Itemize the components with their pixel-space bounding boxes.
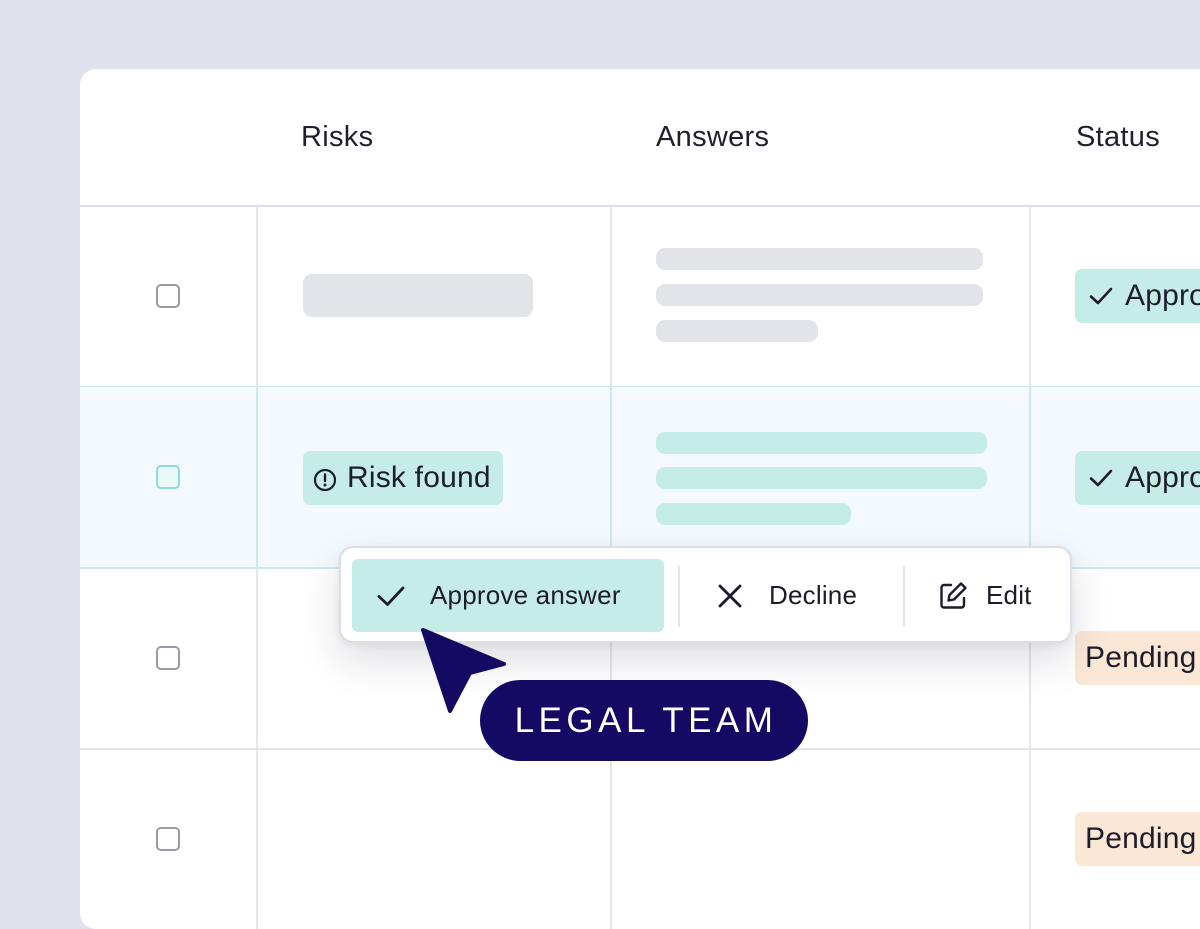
column-divider bbox=[256, 749, 258, 929]
column-divider bbox=[256, 387, 258, 567]
row-checkbox[interactable] bbox=[156, 646, 180, 670]
answer-placeholder-line bbox=[656, 320, 818, 342]
status-label: Approved bbox=[1125, 461, 1200, 494]
status-badge: Pending bbox=[1075, 631, 1200, 685]
alert-circle-icon bbox=[313, 466, 337, 492]
edit-button[interactable]: Edit bbox=[936, 559, 1046, 632]
check-icon bbox=[1087, 282, 1115, 310]
risk-label: Risk found bbox=[347, 461, 491, 494]
check-icon bbox=[1087, 464, 1115, 492]
answer-placeholder-line bbox=[656, 248, 983, 270]
check-icon bbox=[374, 579, 408, 613]
table-row[interactable]: Risk found Approved bbox=[80, 386, 1200, 569]
table-row[interactable]: Approved bbox=[80, 206, 1200, 388]
column-divider bbox=[610, 387, 612, 567]
column-divider bbox=[610, 206, 612, 386]
row-checkbox[interactable] bbox=[156, 465, 180, 489]
status-badge: Pending bbox=[1075, 812, 1200, 866]
popover-divider bbox=[678, 566, 680, 627]
risk-found-badge[interactable]: Risk found bbox=[303, 451, 503, 505]
decline-label: Decline bbox=[769, 580, 858, 610]
column-divider bbox=[1029, 206, 1031, 386]
row-checkbox[interactable] bbox=[156, 284, 180, 308]
popover-divider bbox=[903, 566, 905, 627]
risk-placeholder bbox=[303, 274, 533, 317]
decline-button[interactable]: Decline bbox=[713, 559, 893, 632]
table-header: Risks Answers Status bbox=[80, 69, 1200, 207]
row-checkbox[interactable] bbox=[156, 827, 180, 851]
answer-placeholder-line bbox=[656, 432, 987, 454]
status-label: Pending bbox=[1085, 641, 1197, 674]
column-header-status[interactable]: Status bbox=[1076, 121, 1160, 154]
answer-placeholder-line bbox=[656, 467, 987, 489]
review-table-card: Risks Answers Status Approved bbox=[80, 69, 1200, 929]
edit-label: Edit bbox=[986, 580, 1032, 610]
column-header-answers[interactable]: Answers bbox=[656, 121, 769, 154]
approve-answer-button[interactable]: Approve answer bbox=[352, 559, 664, 632]
column-divider bbox=[1029, 387, 1031, 567]
column-divider bbox=[610, 749, 612, 929]
approve-answer-label: Approve answer bbox=[430, 580, 621, 610]
status-label: Pending bbox=[1085, 822, 1197, 855]
answer-placeholder-line bbox=[656, 284, 983, 306]
column-divider bbox=[256, 568, 258, 748]
column-header-risks[interactable]: Risks bbox=[301, 121, 373, 154]
collaborator-name: LEGAL TEAM bbox=[514, 700, 778, 740]
edit-icon bbox=[936, 579, 970, 613]
close-icon bbox=[713, 579, 747, 613]
answer-placeholder-line bbox=[656, 503, 851, 525]
status-label: Approved bbox=[1125, 279, 1200, 312]
collaborator-cursor-tag: LEGAL TEAM bbox=[480, 680, 808, 761]
status-badge: Approved bbox=[1075, 269, 1200, 323]
status-badge: Approved bbox=[1075, 451, 1200, 505]
table-row[interactable]: Pending bbox=[80, 749, 1200, 929]
column-divider bbox=[256, 206, 258, 386]
column-divider bbox=[1029, 749, 1031, 929]
